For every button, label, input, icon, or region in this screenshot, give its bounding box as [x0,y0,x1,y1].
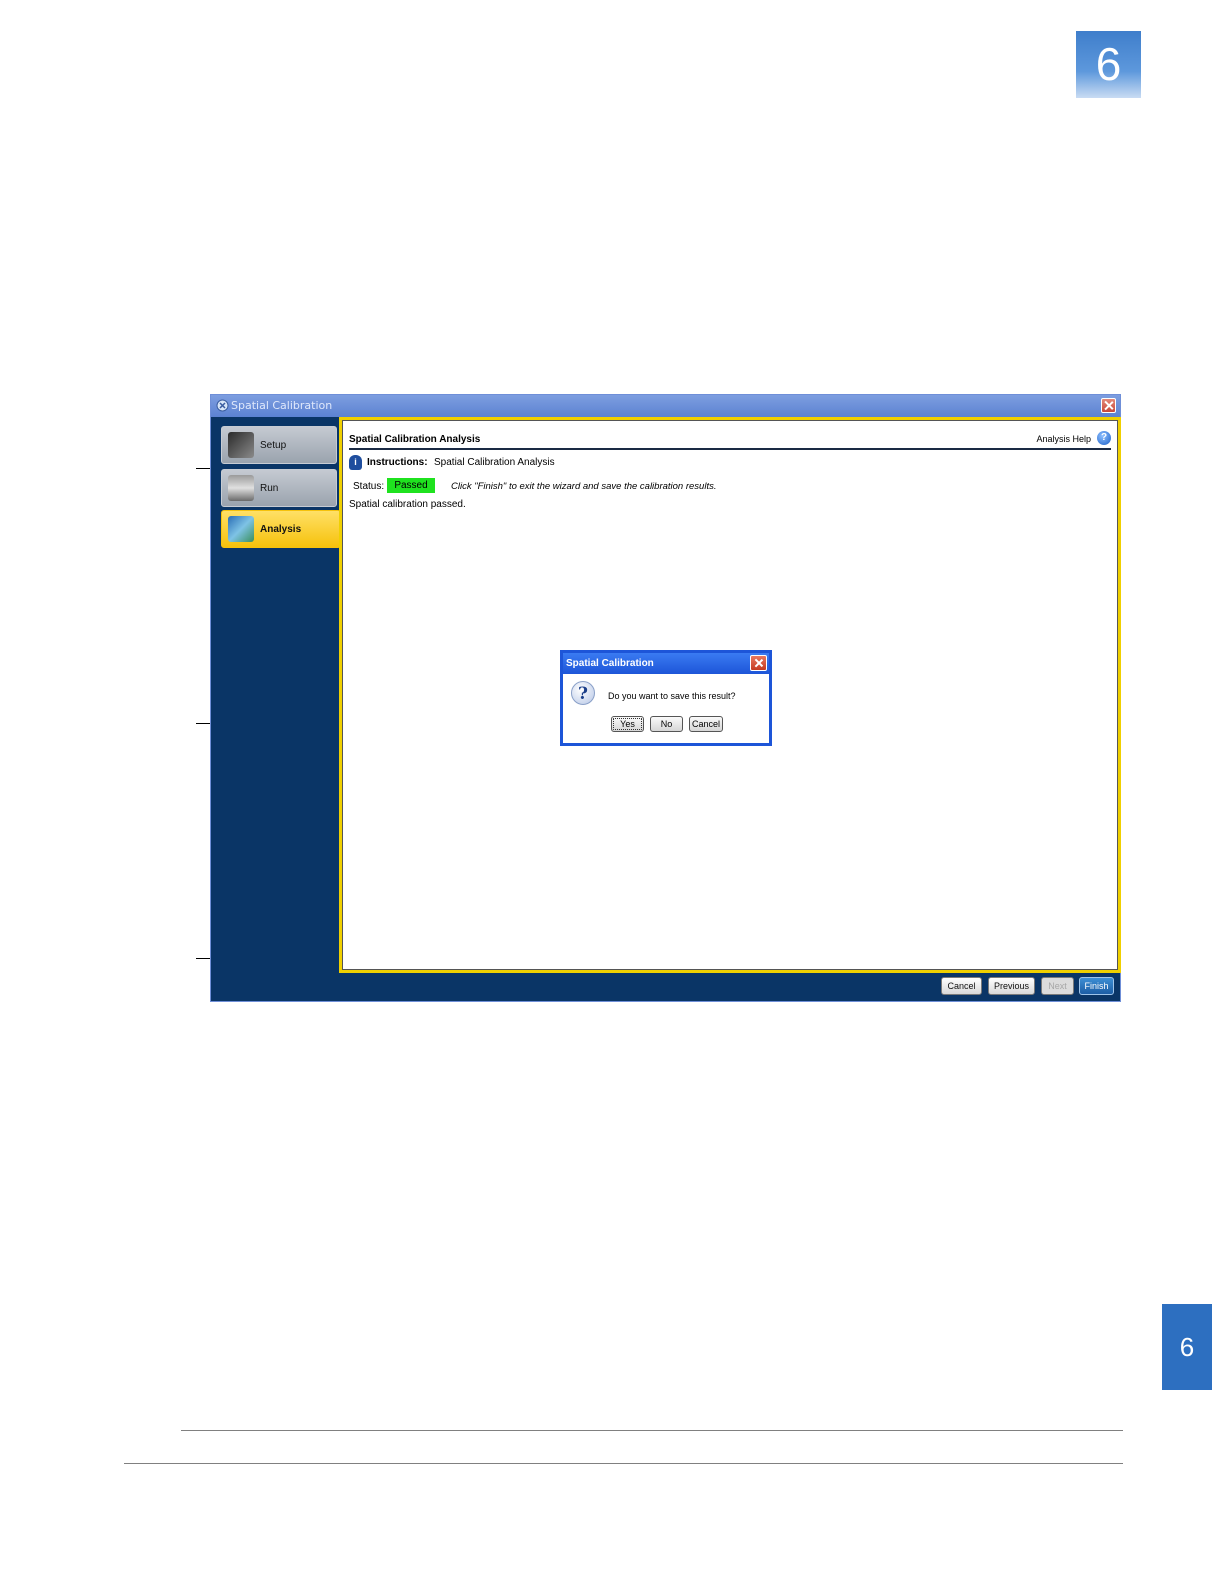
window-titlebar[interactable]: Spatial Calibration [211,395,1120,417]
question-icon: ? [571,681,595,705]
dialog-message: Do you want to save this result? [608,691,736,701]
chapter-side-tab: 6 [1162,1304,1212,1390]
setup-thumbnail-icon [228,432,254,458]
status-badge: Passed [387,478,435,493]
window-close-button[interactable] [1101,398,1116,413]
analysis-thumbnail-icon [228,516,254,542]
footer-rule-lower [124,1463,1123,1464]
nav-item-analysis[interactable]: Analysis [221,510,341,548]
no-button[interactable]: No [650,716,683,732]
nav-item-run[interactable]: Run [221,469,337,507]
nav-item-label: Setup [260,440,287,451]
analysis-help-link[interactable]: Analysis Help [1036,434,1091,444]
nav-item-label: Analysis [260,524,302,535]
dialog-cancel-button[interactable]: Cancel [689,716,723,732]
chapter-badge: 6 [1076,31,1141,98]
dialog-titlebar[interactable]: Spatial Calibration [563,653,769,674]
status-label: Status: [353,481,385,492]
panel-title: Spatial Calibration Analysis [349,434,481,445]
instructions-label: Instructions: [367,457,428,468]
app-icon [216,399,229,412]
dialog-close-button[interactable] [750,655,767,671]
previous-button[interactable]: Previous [988,977,1035,995]
help-icon[interactable]: ? [1097,431,1111,445]
status-hint: Click "Finish" to exit the wizard and sa… [451,481,717,492]
nav-item-label: Run [260,483,279,494]
yes-button[interactable]: Yes [611,716,644,732]
result-text: Spatial calibration passed. [349,499,466,510]
finish-button[interactable]: Finish [1079,977,1114,995]
run-thumbnail-icon [228,475,254,501]
info-icon: i [349,455,362,470]
dialog-title: Spatial Calibration [566,658,654,669]
window-title: Spatial Calibration [231,399,333,412]
footer-rule-upper [181,1430,1123,1431]
save-result-dialog: Spatial Calibration ? Do you want to sav… [560,650,772,746]
next-button[interactable]: Next [1041,977,1074,995]
nav-item-setup[interactable]: Setup [221,426,337,464]
cancel-button[interactable]: Cancel [941,977,982,995]
title-divider [349,448,1111,450]
instructions-value: Spatial Calibration Analysis [434,457,555,468]
